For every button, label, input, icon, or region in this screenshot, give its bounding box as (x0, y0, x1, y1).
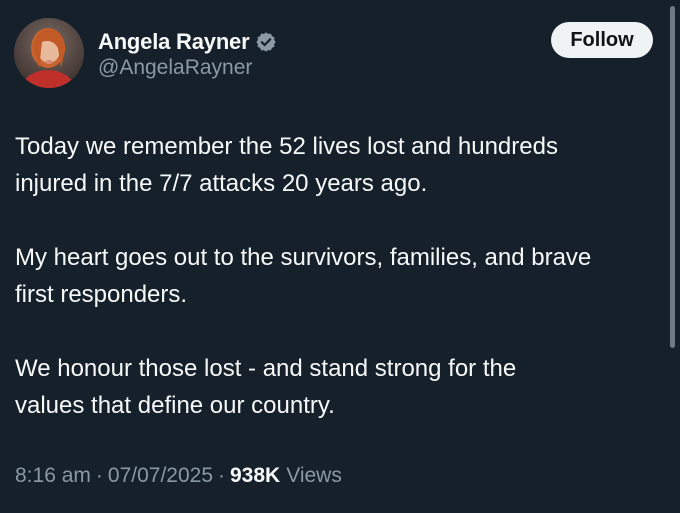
tweet-line: injured in the 7/7 attacks 20 years ago. (15, 170, 428, 197)
tweet-meta: 8:16 am · 07/07/2025 · 938K Views (15, 464, 342, 488)
tweet-time[interactable]: 8:16 am (15, 464, 91, 488)
tweet-line: values that define our country. (15, 392, 335, 419)
scrollbar[interactable] (670, 0, 676, 513)
avatar[interactable] (14, 18, 84, 88)
tweet-line: We honour those lost - and stand strong … (15, 355, 517, 382)
follow-button[interactable]: Follow (551, 22, 653, 58)
tweet-text: Today we remember the 52 lives lost and … (15, 128, 670, 424)
tweet-date[interactable]: 07/07/2025 (108, 464, 213, 488)
tweet-line: Today we remember the 52 lives lost and … (15, 133, 558, 160)
profile-photo-icon (14, 18, 84, 88)
tweet-line: My heart goes out to the survivors, fami… (15, 244, 592, 271)
meta-separator: · (218, 464, 225, 487)
views-count[interactable]: 938K (230, 464, 280, 488)
views-label[interactable]: Views (286, 464, 342, 488)
display-name[interactable]: Angela Rayner (98, 29, 250, 55)
scrollbar-thumb[interactable] (670, 6, 675, 348)
tweet-line: first responders. (15, 281, 188, 308)
display-name-row[interactable]: Angela Rayner (98, 27, 277, 57)
verified-badge-icon[interactable] (255, 31, 277, 53)
user-handle[interactable]: @AngelaRayner (98, 56, 252, 80)
meta-separator: · (95, 464, 103, 487)
